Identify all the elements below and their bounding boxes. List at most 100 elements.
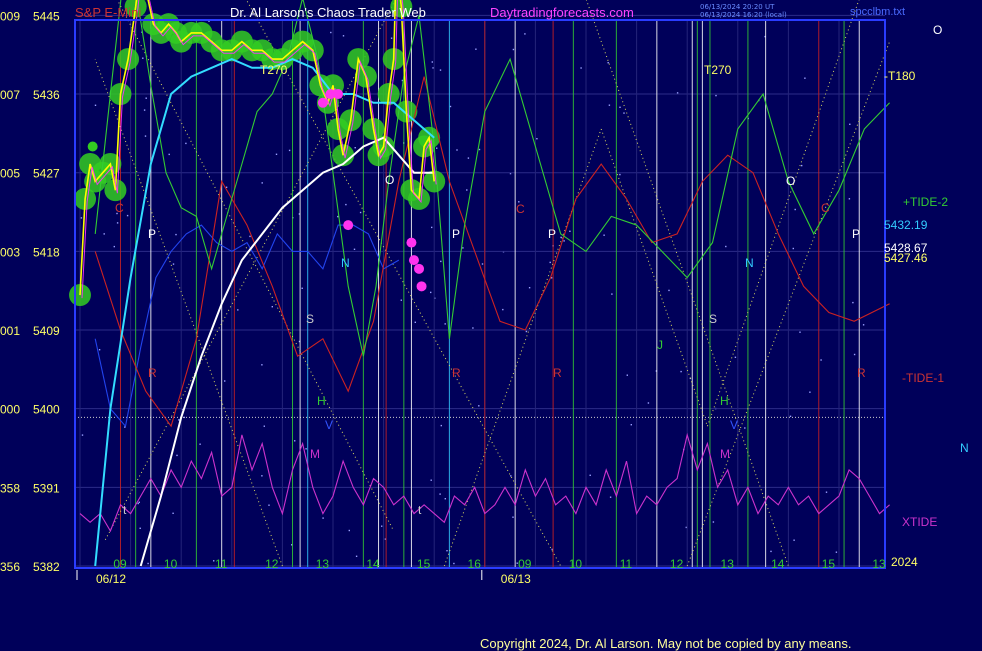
y-tick-label: 5445 xyxy=(33,9,60,23)
star-dot xyxy=(619,174,620,175)
star-dot xyxy=(770,551,771,552)
star-dot xyxy=(142,58,143,59)
letter-c: C xyxy=(821,201,830,215)
star-dot xyxy=(415,322,416,323)
star-dot xyxy=(237,309,238,310)
star-dot xyxy=(431,227,432,228)
star-dot xyxy=(147,563,148,564)
y-tick-prefix: 009 xyxy=(0,9,20,23)
star-dot xyxy=(590,475,591,476)
star-dot xyxy=(668,290,669,291)
star-dot xyxy=(145,135,146,136)
star-dot xyxy=(524,33,525,34)
star-dot xyxy=(175,234,176,235)
site-link[interactable]: Daytradingforecasts.com xyxy=(490,5,634,20)
star-dot xyxy=(440,69,441,70)
letter-n: N xyxy=(745,256,754,270)
star-dot xyxy=(513,49,514,50)
x-tick-label: 16 xyxy=(468,557,482,571)
y-tick-label: 5409 xyxy=(33,324,60,338)
letter-p: P xyxy=(852,227,860,241)
letter-s: S xyxy=(306,312,314,326)
star-dot xyxy=(854,354,855,355)
star-dot xyxy=(550,262,551,263)
copyright: Copyright 2024, Dr. Al Larson. May not b… xyxy=(480,636,851,651)
timestamp-local: 06/13/2024 16:20 (local) xyxy=(700,11,787,19)
star-dot xyxy=(820,359,821,360)
x-tick-label: 11 xyxy=(620,557,633,571)
star-dot xyxy=(735,357,736,358)
star-dot xyxy=(268,505,269,506)
letter-v: V xyxy=(730,418,738,432)
star-dot xyxy=(169,154,170,155)
letter-m: M xyxy=(310,447,320,461)
letter-h: H xyxy=(317,394,326,408)
star-dot xyxy=(173,263,174,264)
star-dot xyxy=(199,444,200,445)
star-dot xyxy=(512,517,513,518)
star-dot xyxy=(713,521,714,522)
y-tick-prefix: 358 xyxy=(0,481,20,495)
star-dot xyxy=(185,143,186,144)
letter-s: S xyxy=(709,312,717,326)
star-dot xyxy=(302,288,303,289)
star-dot xyxy=(725,246,726,247)
star-dot xyxy=(603,235,604,236)
letter-o: O xyxy=(385,173,394,187)
star-dot xyxy=(114,246,115,247)
star-dot xyxy=(261,475,262,476)
x-tick-label: 09 xyxy=(518,557,532,571)
letter-m: M xyxy=(720,447,730,461)
magenta-dot xyxy=(343,220,353,230)
x-tick-label: 12 xyxy=(670,557,684,571)
y-tick-prefix: 005 xyxy=(0,167,20,181)
star-dot xyxy=(305,448,306,449)
star-dot xyxy=(432,61,433,62)
last-value-1: 5432.19 xyxy=(884,218,928,232)
y-tick-label: 5391 xyxy=(33,481,60,495)
letter-c: C xyxy=(516,202,525,216)
star-dot xyxy=(345,204,346,205)
green-dot xyxy=(88,141,98,151)
star-dot xyxy=(608,62,609,63)
star-dot xyxy=(468,157,469,158)
star-dot xyxy=(224,380,225,381)
star-dot xyxy=(627,375,628,376)
x-tick-label: 11 xyxy=(215,557,228,571)
letter-r: R xyxy=(857,366,866,380)
star-dot xyxy=(82,434,83,435)
star-dot xyxy=(793,248,794,249)
star-dot xyxy=(127,215,128,216)
y-tick-label: 5436 xyxy=(33,88,60,102)
star-dot xyxy=(446,550,447,551)
letter-r: R xyxy=(553,366,562,380)
star-dot xyxy=(526,331,527,332)
symbol-label: S&P E-Mini xyxy=(75,5,141,20)
star-dot xyxy=(441,425,442,426)
star-dot xyxy=(322,517,323,518)
star-dot xyxy=(569,231,570,232)
star-dot xyxy=(849,198,850,199)
x-tick-label: 14 xyxy=(366,557,380,571)
letter-p: P xyxy=(148,227,156,241)
star-dot xyxy=(580,67,581,68)
magenta-dot xyxy=(406,238,416,248)
star-dot xyxy=(610,497,611,498)
star-dot xyxy=(439,493,440,494)
star-dot xyxy=(432,67,433,68)
star-dot xyxy=(176,455,177,456)
star-dot xyxy=(849,124,850,125)
star-dot xyxy=(276,154,277,155)
magenta-dot xyxy=(409,255,419,265)
star-dot xyxy=(138,503,139,504)
star-dot xyxy=(478,405,479,406)
letter-p: P xyxy=(548,227,556,241)
star-dot xyxy=(836,552,837,553)
last-value-3: 5427.46 xyxy=(884,251,928,265)
star-dot xyxy=(146,98,147,99)
y-tick-prefix: 003 xyxy=(0,245,20,259)
star-dot xyxy=(456,149,457,150)
letter-n: N xyxy=(341,256,350,270)
star-dot xyxy=(140,528,141,529)
star-dot xyxy=(472,327,473,328)
